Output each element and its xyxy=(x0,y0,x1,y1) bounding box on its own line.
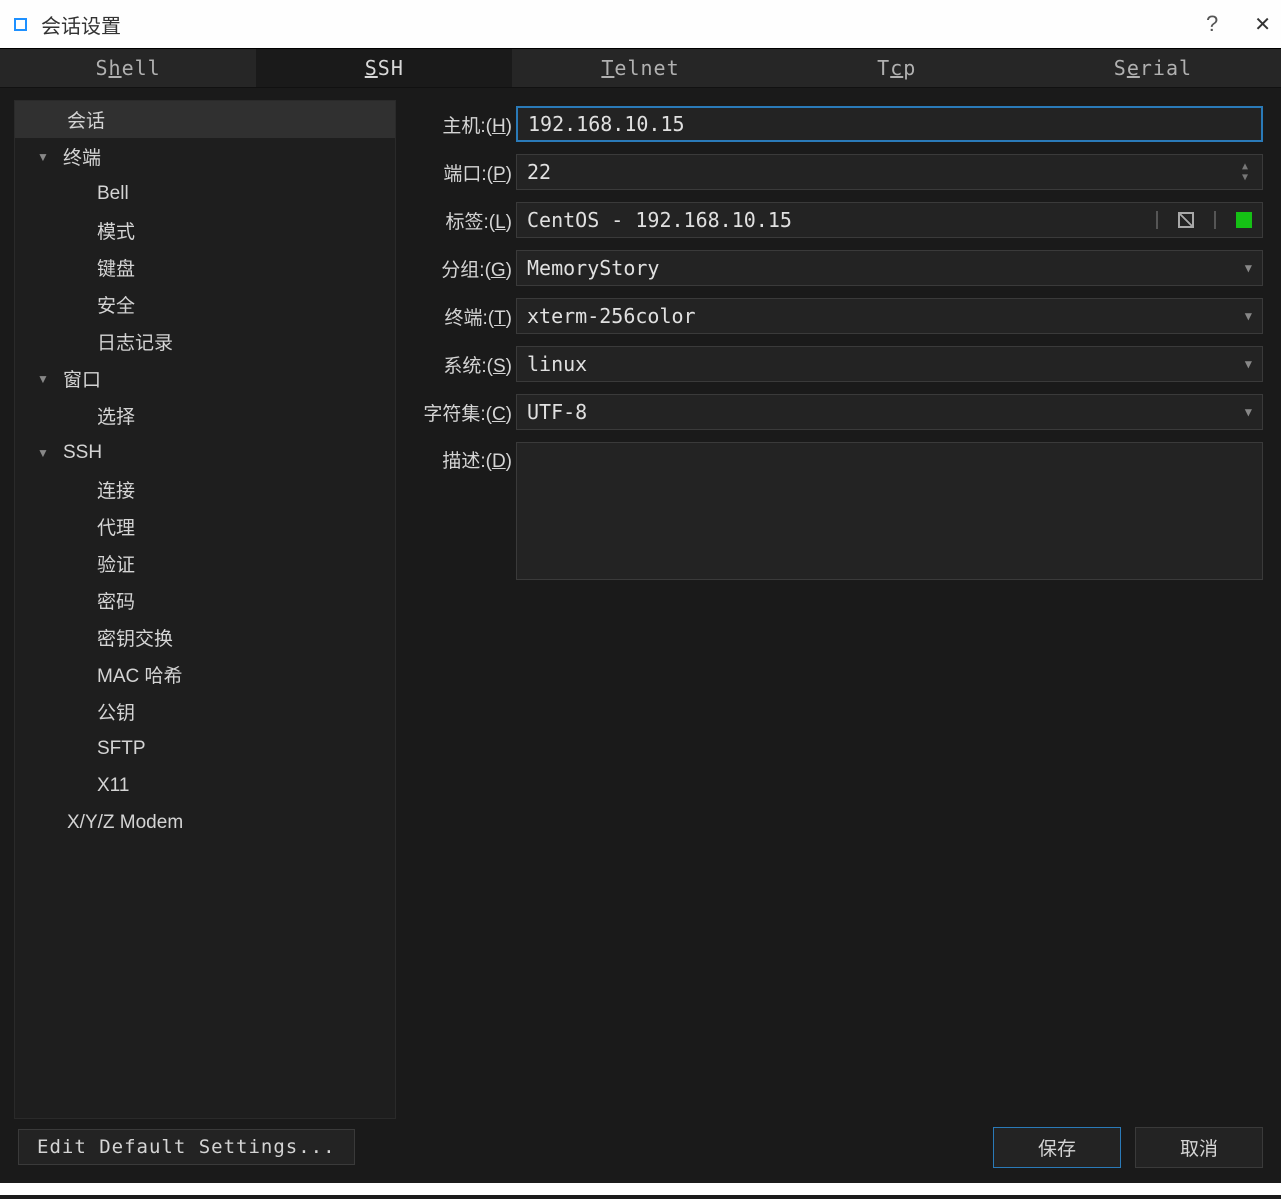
charset-select[interactable]: UTF-8 ▼ xyxy=(516,394,1263,430)
icon-picker-icon[interactable] xyxy=(1178,212,1194,228)
label-description: 描述:(D) xyxy=(420,442,512,473)
sidebar-item-modem[interactable]: X/Y/Z Modem xyxy=(15,804,395,841)
label-host: 主机:(H) xyxy=(420,111,512,138)
sidebar-item-keyboard[interactable]: 键盘 xyxy=(15,249,395,286)
tag-input[interactable]: CentOS - 192.168.10.15 xyxy=(516,202,1263,238)
chevron-down-icon: ▼ xyxy=(1245,357,1252,371)
dialog-footer: Edit Default Settings... 保存 取消 xyxy=(0,1119,1281,1175)
tab-tcp[interactable]: Tcp xyxy=(769,49,1025,87)
tab-serial[interactable]: Serial xyxy=(1025,49,1281,87)
sidebar-item-kex[interactable]: 密钥交换 xyxy=(15,619,395,656)
label-charset: 字符集:(C) xyxy=(420,399,512,426)
sidebar-item-pubkey[interactable]: 公钥 xyxy=(15,693,395,730)
cancel-button[interactable]: 取消 xyxy=(1135,1127,1263,1168)
tab-shell[interactable]: Shell xyxy=(0,49,256,87)
chevron-down-icon: ▼ xyxy=(1245,309,1252,323)
description-textarea[interactable] xyxy=(516,442,1263,580)
sidebar-section-ssh[interactable]: ▼ SSH xyxy=(15,434,395,471)
connection-type-tabs: Shell SSH Telnet Tcp Serial xyxy=(0,48,1281,88)
port-input[interactable]: 22 ▲▼ xyxy=(516,154,1263,190)
session-form: 主机:(H) 192.168.10.15 端口:(P) 22 ▲▼ 标签:(L)… xyxy=(396,88,1281,1119)
sidebar-item-sftp[interactable]: SFTP xyxy=(15,730,395,767)
chevron-down-icon: ▼ xyxy=(37,446,53,460)
sidebar-item-logging[interactable]: 日志记录 xyxy=(15,323,395,360)
sidebar-item-bell[interactable]: Bell xyxy=(15,175,395,212)
group-select[interactable]: MemoryStory ▼ xyxy=(516,250,1263,286)
sidebar-item-session[interactable]: 会话 xyxy=(15,101,395,138)
sidebar-item-selection[interactable]: 选择 xyxy=(15,397,395,434)
label-system: 系统:(S) xyxy=(420,351,512,378)
sidebar-item-connection[interactable]: 连接 xyxy=(15,471,395,508)
sidebar-item-mac[interactable]: MAC 哈希 xyxy=(15,656,395,693)
window-border-bottom xyxy=(0,1183,1281,1195)
separator-icon xyxy=(1214,211,1216,229)
label-tag: 标签:(L) xyxy=(420,207,512,234)
terminal-select[interactable]: xterm-256color ▼ xyxy=(516,298,1263,334)
sidebar-item-password[interactable]: 密码 xyxy=(15,582,395,619)
tab-ssh[interactable]: SSH xyxy=(256,49,512,87)
sidebar-item-x11[interactable]: X11 xyxy=(15,767,395,804)
color-swatch-icon[interactable] xyxy=(1236,212,1252,228)
edit-defaults-button[interactable]: Edit Default Settings... xyxy=(18,1129,355,1165)
separator-icon xyxy=(1156,211,1158,229)
sidebar-item-auth[interactable]: 验证 xyxy=(15,545,395,582)
chevron-down-icon: ▼ xyxy=(37,150,53,164)
label-group: 分组:(G) xyxy=(420,255,512,282)
chevron-down-icon: ▼ xyxy=(37,372,53,386)
app-icon xyxy=(14,18,27,31)
save-button[interactable]: 保存 xyxy=(993,1127,1121,1168)
host-input[interactable]: 192.168.10.15 xyxy=(516,106,1263,142)
port-spinner[interactable]: ▲▼ xyxy=(1242,155,1260,189)
window-title: 会话设置 xyxy=(41,10,121,39)
edit-defaults-label: dit Default Settings... xyxy=(49,1136,335,1158)
label-port: 端口:(P) xyxy=(420,159,512,186)
settings-sidebar: 会话 ▼ 终端 Bell 模式 键盘 安全 日志记录 ▼ 窗口 选择 ▼ SSH… xyxy=(14,100,396,1119)
system-select[interactable]: linux ▼ xyxy=(516,346,1263,382)
chevron-down-icon: ▼ xyxy=(1245,405,1252,419)
sidebar-section-window[interactable]: ▼ 窗口 xyxy=(15,360,395,397)
sidebar-section-terminal[interactable]: ▼ 终端 xyxy=(15,138,395,175)
tab-telnet[interactable]: Telnet xyxy=(512,49,768,87)
sidebar-item-security[interactable]: 安全 xyxy=(15,286,395,323)
close-icon[interactable]: ✕ xyxy=(1254,12,1271,37)
sidebar-item-proxy[interactable]: 代理 xyxy=(15,508,395,545)
titlebar: 会话设置 ? ✕ xyxy=(0,0,1281,48)
label-terminal: 终端:(T) xyxy=(420,303,512,330)
sidebar-item-mode[interactable]: 模式 xyxy=(15,212,395,249)
chevron-down-icon: ▼ xyxy=(1245,261,1252,275)
help-icon[interactable]: ? xyxy=(1206,11,1218,37)
